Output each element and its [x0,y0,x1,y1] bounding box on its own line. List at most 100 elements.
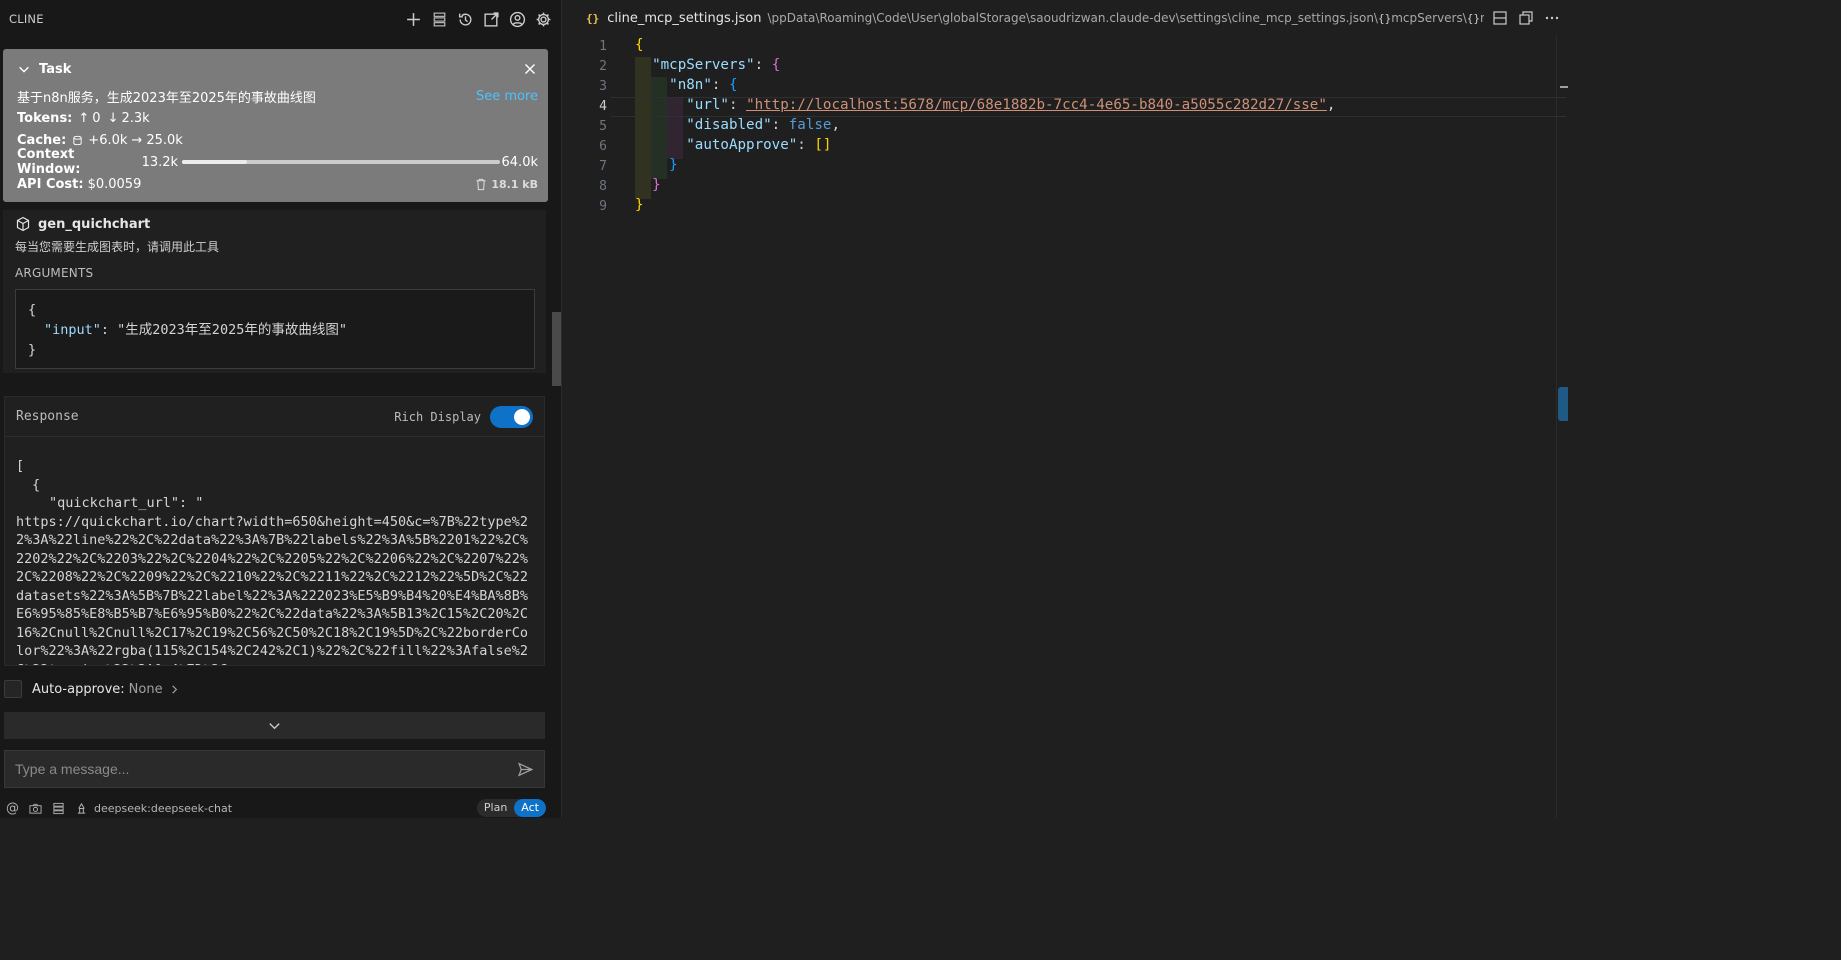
code-line: } [635,197,644,213]
code-line: { [635,37,644,53]
tokens-label: Tokens: [17,110,73,126]
context-used: 13.2k [141,154,179,170]
plan-mode-button[interactable]: Plan [477,799,514,817]
line-number: 1 [599,39,607,54]
response-key: "quickchart_url": " [49,495,204,511]
context-progress-fill [182,160,248,164]
tool-description: 每当您需要生成图表时，请调用此工具 [15,240,220,254]
arrow-up-icon: ↑ [78,110,90,126]
trash-icon[interactable] [475,178,487,191]
line-number: 8 [599,179,607,194]
see-more-link[interactable]: See more [476,89,538,104]
tokens-in: 0 [92,110,101,126]
model-icon[interactable] [75,802,88,815]
cost-label: API Cost: [17,176,84,192]
response-panel: Response Rich Display [ { "quickchart_ur… [4,396,545,666]
breadcrumb-path-text: \ppData\Roaming\Code\User\globalStorage\… [767,11,1378,25]
composer-footer: @ deepseek:deepseek-chat Plan Act [6,798,546,818]
arguments-code: { "input": "生成2023年至2025年的事故曲线图" } [15,289,535,369]
rich-display-toggle[interactable] [490,405,533,428]
side-panel-tab[interactable] [1558,387,1568,421]
breadcrumb: {} cline_mcp_settings.json \ppData\Roami… [563,0,1568,36]
model-selector[interactable]: deepseek:deepseek-chat [94,802,232,815]
line-number: 7 [599,159,607,174]
servers-icon[interactable] [52,802,65,815]
close-icon[interactable] [522,61,538,77]
json-object-icon: {} [1377,12,1392,25]
chevron-right-icon[interactable] [169,684,180,695]
arguments-label: ARGUMENTS [15,266,94,280]
arrow-right-icon: → [131,132,143,148]
split-editor-icon[interactable] [1492,10,1508,26]
plus-icon[interactable] [404,10,423,29]
editor-scrollbar[interactable] [1556,36,1568,818]
response-line: { [32,476,41,493]
args-value: "生成2023年至2025年的事故曲线图" [117,322,347,338]
history-icon[interactable] [456,10,475,29]
account-icon[interactable] [508,10,527,29]
database-icon [72,135,83,146]
tool-name: gen_quichchart [38,216,151,232]
line-number: 3 [599,79,607,94]
auto-approve-label: Auto-approve: [32,681,125,697]
task-card: Task 基于n8n服务，生成2023年至2025年的事故曲线图 See mor… [3,49,548,202]
context-max: 64.0k [501,154,538,170]
cache-label: Cache: [17,132,67,148]
breadcrumb-file[interactable]: cline_mcp_settings.json [607,11,761,26]
line-number: 2 [599,59,607,74]
response-line: [ [16,458,25,474]
tool-call-block: gen_quichchart 每当您需要生成图表时，请调用此工具 ARGUMEN… [3,210,546,373]
copy-icon[interactable] [1518,10,1534,26]
context-progress-bar [182,160,500,164]
cache-write: +6.0k [88,132,128,148]
json-file-icon: {} [586,11,600,25]
servers-icon[interactable] [430,10,449,29]
task-header[interactable]: Task [39,62,522,77]
tokens-out: 2.3k [121,110,150,126]
response-body: [ { "quickchart_url": " https://quickcha… [5,437,544,666]
line-number: 4 [599,99,607,114]
json-object-icon: {} [1466,12,1481,25]
breadcrumb-n8n[interactable]: n8n [1480,11,1484,25]
chevron-down-icon [269,723,280,730]
code-line: "mcpServers": { [652,57,781,73]
cube-icon [16,216,30,232]
cache-read: 25.0k [146,132,183,148]
at-mention-icon[interactable]: @ [6,801,19,816]
gear-icon[interactable] [534,10,553,29]
line-number: 5 [599,119,607,134]
url-value[interactable]: "http://localhost:5678/mcp/68e1882b-7cc4… [746,97,1327,113]
code-line: } [669,157,678,173]
task-size[interactable]: 18.1 kB [475,178,538,191]
mode-switch[interactable]: Plan Act [476,799,546,817]
message-composer [4,750,545,788]
sidebar-title: CLINE [9,12,44,26]
popout-icon[interactable] [482,10,501,29]
context-label: Context Window: [17,147,81,177]
code-line: "disabled": false, [686,117,841,133]
code-line: "autoApprove": [] [686,137,832,153]
send-icon[interactable] [517,761,534,778]
more-icon[interactable] [1544,10,1560,26]
code-editor: {} cline_mcp_settings.json \ppData\Roami… [563,0,1568,818]
auto-approve-checkbox[interactable] [4,680,22,698]
auto-approve-value: None [128,681,163,697]
code-line: } [652,177,661,193]
arrow-down-icon: ↓ [107,110,119,126]
quickchart-url[interactable]: https://quickchart.io/chart?width=650&he… [16,513,533,666]
task-prompt: 基于n8n服务，生成2023年至2025年的事故曲线图 [17,90,316,106]
scroll-to-bottom-button[interactable] [4,712,545,739]
chevron-down-icon[interactable] [17,62,31,76]
cline-sidebar: CLINE Task 基于n8n服务，生成2023年至2025年的事故曲线图 S… [0,0,562,818]
args-key: "input" [44,322,101,338]
camera-icon[interactable] [29,802,42,815]
breadcrumb-path[interactable]: \ppData\Roaming\Code\User\globalStorage\… [767,11,1484,25]
line-number: 6 [599,139,607,154]
code-line: "n8n": { [669,77,738,93]
auto-approve-row[interactable]: Auto-approve: None [4,678,180,700]
act-mode-button[interactable]: Act [514,799,546,817]
message-input[interactable] [15,761,517,777]
sidebar-scrollbar[interactable] [552,312,561,386]
line-number: 9 [599,199,607,214]
breadcrumb-mcpservers[interactable]: mcpServers [1391,11,1463,25]
